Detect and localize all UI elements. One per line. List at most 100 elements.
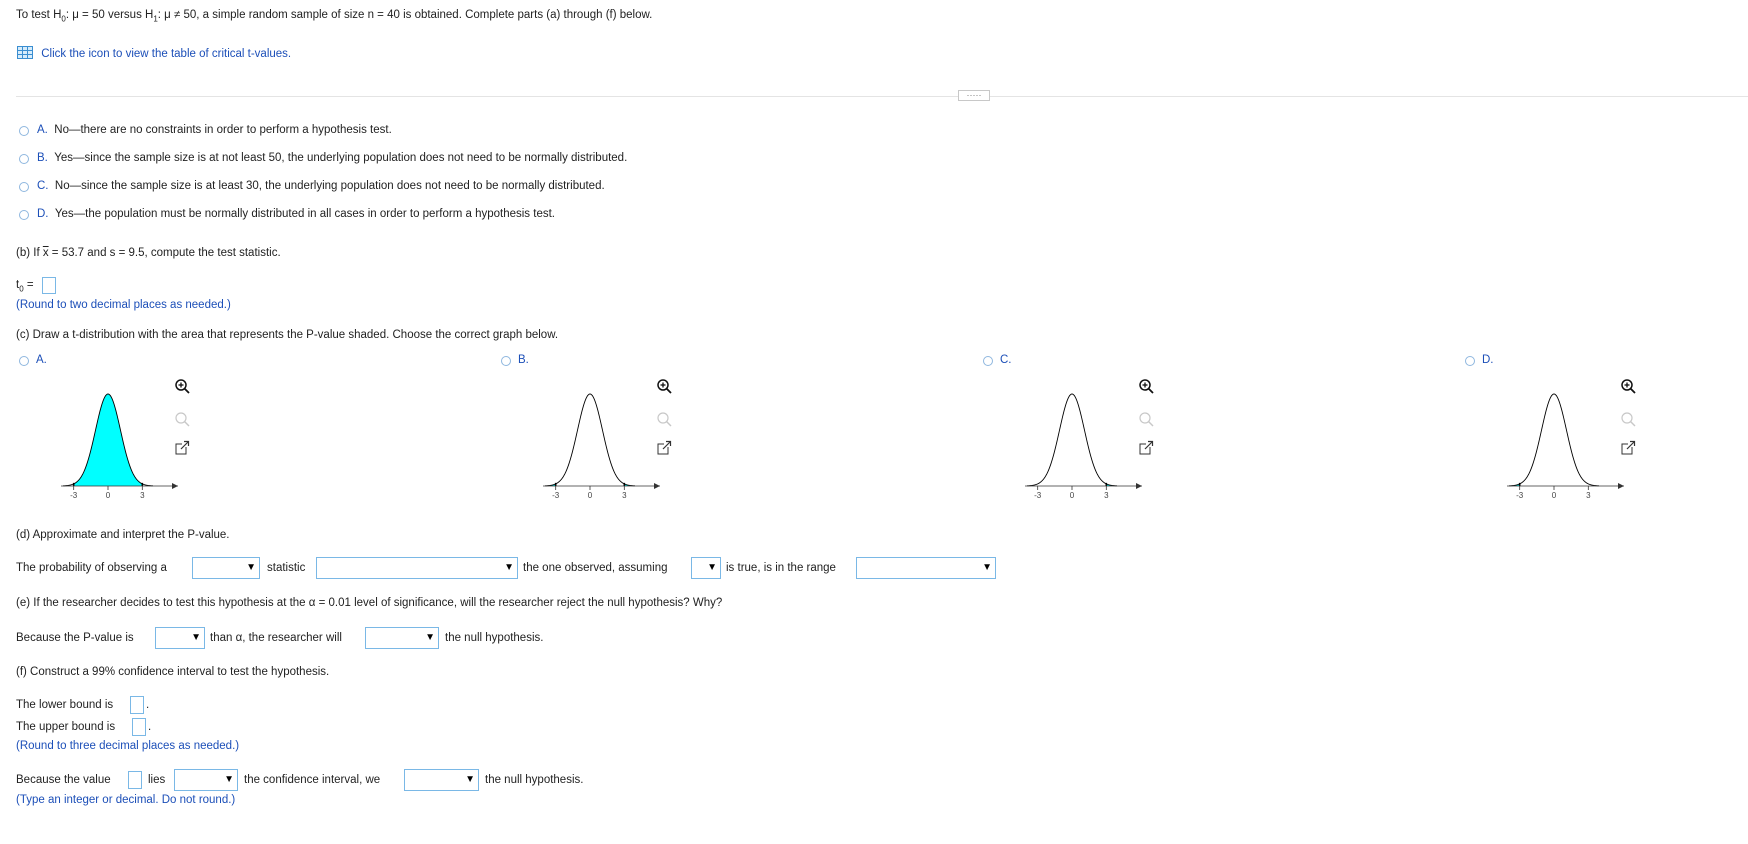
part-d-text-1: The probability of observing a xyxy=(16,562,167,574)
option-a-d[interactable]: D. Yes—the population must be normally d… xyxy=(37,208,555,220)
zoom-out-icon[interactable] xyxy=(657,412,672,427)
popout-icon[interactable] xyxy=(175,440,190,455)
part-e-text-2: than α, the researcher will xyxy=(210,632,342,644)
pvalue-comparison-dropdown[interactable]: ▼ xyxy=(155,627,205,649)
chevron-down-icon: ▼ xyxy=(246,562,256,573)
part-d-prompt: (d) Approximate and interpret the P-valu… xyxy=(16,529,230,541)
chevron-down-icon: ▼ xyxy=(504,562,514,573)
radio-a-d[interactable] xyxy=(19,210,29,220)
part-e-text-1: Because the P-value is xyxy=(16,632,134,644)
hypothesis-dropdown[interactable]: ▼ xyxy=(691,557,721,579)
graph-plot: -3 0 3 xyxy=(1025,393,1142,500)
x-tick-label: -3 xyxy=(70,491,78,500)
statistic-type-dropdown[interactable]: ▼ xyxy=(192,557,260,579)
graph-option-letter[interactable]: B. xyxy=(518,354,529,366)
x-tick-label: -3 xyxy=(1516,491,1524,500)
part-f-text-2: lies xyxy=(148,774,166,786)
part-f-prompt: (f) Construct a 99% confidence interval … xyxy=(16,666,330,678)
graph-tools xyxy=(1139,379,1154,455)
p-value-range-dropdown[interactable]: ▼ xyxy=(856,557,996,579)
x-tick-label: 3 xyxy=(1104,491,1109,500)
comparison-dropdown[interactable]: ▼ xyxy=(316,557,518,579)
reject-decision-dropdown[interactable]: ▼ xyxy=(365,627,439,649)
graph-plot: -3 0 3 xyxy=(543,393,660,500)
lies-within-dropdown[interactable]: ▼ xyxy=(174,769,238,791)
part-b-prompt: (b) If x = 53.7 and s = 9.5, compute the… xyxy=(16,247,281,259)
radio-a-a[interactable] xyxy=(19,126,29,136)
chevron-down-icon: ▼ xyxy=(707,562,717,573)
graph-tools xyxy=(1621,379,1636,455)
divider-handle[interactable]: ····· xyxy=(958,90,990,101)
part-d-text-4: is true, is in the range xyxy=(726,562,836,574)
part-f-hint-2: (Type an integer or decimal. Do not roun… xyxy=(16,794,236,806)
radio-graph-0[interactable] xyxy=(19,356,29,366)
zoom-in-icon[interactable] xyxy=(1139,379,1154,394)
graph-option-letter[interactable]: C. xyxy=(1000,354,1012,366)
chevron-down-icon: ▼ xyxy=(982,562,992,573)
popout-icon[interactable] xyxy=(1621,440,1636,455)
x-tick-label: 0 xyxy=(106,491,111,500)
zoom-out-icon[interactable] xyxy=(1621,412,1636,427)
x-tick-label: -3 xyxy=(552,491,560,500)
t0-label: t0 = xyxy=(16,279,34,294)
x-tick-label: 3 xyxy=(622,491,627,500)
part-e-text-3: the null hypothesis. xyxy=(445,632,544,644)
axis-arrow xyxy=(1618,483,1624,489)
option-a-b[interactable]: B. Yes—since the sample size is at not l… xyxy=(37,152,627,164)
part-e-prompt: (e) If the researcher decides to test th… xyxy=(16,597,723,609)
zoom-out-icon[interactable] xyxy=(1139,412,1154,427)
zoom-in-icon[interactable] xyxy=(175,379,190,394)
part-f-text-4: the null hypothesis. xyxy=(485,774,584,786)
table-link-row[interactable]: Click the icon to view the table of crit… xyxy=(17,46,291,60)
part-d-text-2: statistic xyxy=(267,562,306,574)
axis-arrow xyxy=(654,483,660,489)
upper-bound-period: . xyxy=(148,721,152,733)
part-f-hint: (Round to three decimal places as needed… xyxy=(16,740,240,752)
t-curve xyxy=(1026,393,1118,487)
chevron-down-icon: ▼ xyxy=(425,632,435,643)
zoom-in-icon[interactable] xyxy=(657,379,672,394)
lower-bound-period: . xyxy=(146,699,150,711)
radio-a-b[interactable] xyxy=(19,154,29,164)
x-tick-label: 3 xyxy=(1586,491,1591,500)
part-f-text-1: Because the value xyxy=(16,774,111,786)
radio-graph-2[interactable] xyxy=(983,356,993,366)
part-f-text-3: the confidence interval, we xyxy=(244,774,381,786)
popout-icon[interactable] xyxy=(657,440,672,455)
section-divider xyxy=(16,96,1748,97)
ci-decision-dropdown[interactable]: ▼ xyxy=(404,769,479,791)
table-icon[interactable] xyxy=(17,46,33,59)
axis-arrow xyxy=(1136,483,1142,489)
graph-option-letter[interactable]: D. xyxy=(1482,354,1494,366)
option-a-a[interactable]: A. No—there are no constraints in order … xyxy=(37,124,392,136)
radio-graph-1[interactable] xyxy=(501,356,511,366)
lower-bound-input[interactable] xyxy=(130,696,144,714)
radio-graph-3[interactable] xyxy=(1465,356,1475,366)
part-d-text-3: the one observed, assuming xyxy=(523,562,668,574)
graph-tools xyxy=(175,379,190,455)
table-link-text[interactable]: Click the icon to view the table of crit… xyxy=(41,48,291,60)
x-tick-label: -3 xyxy=(1034,491,1042,500)
lower-bound-label: The lower bound is xyxy=(16,699,114,711)
chevron-down-icon: ▼ xyxy=(465,774,475,785)
zoom-in-icon[interactable] xyxy=(1621,379,1636,394)
option-a-c[interactable]: C. No—since the sample size is at least … xyxy=(37,180,605,192)
graph-option-letter[interactable]: A. xyxy=(36,354,47,366)
value-input[interactable] xyxy=(128,771,142,789)
x-tick-label: 0 xyxy=(588,491,593,500)
x-tick-label: 3 xyxy=(140,491,145,500)
x-tick-label: 0 xyxy=(1552,491,1557,500)
upper-bound-input[interactable] xyxy=(132,718,146,736)
graph-plot: -3 0 3 xyxy=(61,393,178,500)
part-c-prompt: (c) Draw a t-distribution with the area … xyxy=(16,329,559,341)
chevron-down-icon: ▼ xyxy=(191,632,201,643)
upper-bound-label: The upper bound is xyxy=(16,721,116,733)
problem-statement: To test H0: μ = 50 versus H1: μ ≠ 50, a … xyxy=(16,9,653,24)
graph-plot: -3 0 3 xyxy=(1507,393,1624,500)
radio-a-c[interactable] xyxy=(19,182,29,192)
graph-tools xyxy=(657,379,672,455)
test-statistic-input[interactable] xyxy=(42,277,56,294)
zoom-out-icon[interactable] xyxy=(175,412,190,427)
axis-arrow xyxy=(172,483,178,489)
popout-icon[interactable] xyxy=(1139,440,1154,455)
